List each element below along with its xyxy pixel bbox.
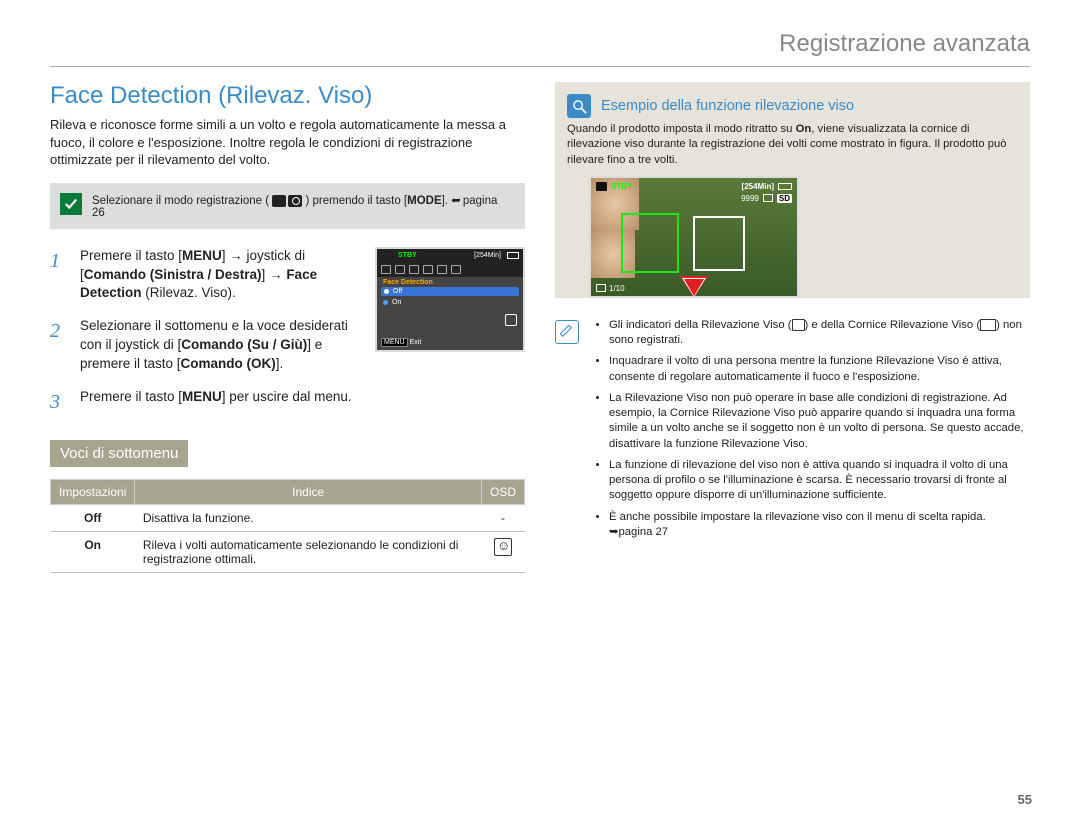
tip-item: Gli indicatori della Rilevazione Viso ()… xyxy=(609,318,1030,349)
index-text: Rileva i volti automaticamente seleziona… xyxy=(135,531,482,572)
menu-tab-icon xyxy=(409,265,419,274)
step-body: Premere il tasto [MENU] → joystick di [C… xyxy=(80,247,363,304)
step-body: Premere il tasto [MENU] per uscire dal m… xyxy=(80,388,525,416)
sd-label: SD xyxy=(777,194,792,203)
tip-item: La Rilevazione Viso non può operare in b… xyxy=(609,391,1030,452)
tip-item: È anche possibile impostare la rilevazio… xyxy=(609,510,1030,541)
index-text: Disattiva la funzione. xyxy=(135,504,482,531)
step-body: Selezionare il sottomenu e la voce desid… xyxy=(80,317,363,374)
step-number: 2 xyxy=(50,317,68,374)
face-frame-icon xyxy=(980,319,996,331)
section-heading: Face Detection (Rilevaz. Viso) xyxy=(50,82,525,110)
mode-callout: Selezionare il modo registrazione ( ) pr… xyxy=(50,183,525,229)
remaining-time: [254Min] xyxy=(742,182,774,191)
battery-icon xyxy=(778,183,792,190)
card-icon xyxy=(763,194,773,202)
magnify-icon xyxy=(567,94,591,118)
setting-off: Off xyxy=(84,511,101,525)
example-screenshot: STBY [254Min] 9999 SD 1/1 xyxy=(589,176,799,298)
osd-cell: - xyxy=(481,504,524,531)
example-text: Quando il prodotto imposta il modo ritra… xyxy=(567,122,1018,168)
submenu-heading: Voci di sottomenu xyxy=(50,440,188,467)
menu-tab-icon xyxy=(437,265,447,274)
tip-item: La funzione di rilevazione del viso non … xyxy=(609,458,1030,504)
osd-cell xyxy=(481,531,524,572)
table-header: Impostazioni xyxy=(51,479,135,504)
photo-icon xyxy=(288,195,302,207)
check-icon xyxy=(60,193,82,215)
page-number: 55 xyxy=(1018,792,1032,807)
callout-text-pre: Selezionare il modo registrazione ( xyxy=(92,195,269,207)
shot-count: 9999 xyxy=(741,194,759,203)
intro-paragraph: Rileva e riconosce forme simili a un vol… xyxy=(50,116,525,169)
table-header: Indice xyxy=(135,479,482,504)
indicator-icon xyxy=(596,284,606,292)
video-icon xyxy=(272,195,286,207)
callout-text-suf: ) premendo il tasto xyxy=(305,195,403,207)
tips-list: Gli indicatori della Rilevazione Viso ()… xyxy=(591,318,1030,546)
stby-indicator: STBY xyxy=(398,252,417,259)
table-row: On Rileva i volti automaticamente selezi… xyxy=(51,531,525,572)
submenu-table: Impostazioni Indice OSD Off Disattiva la… xyxy=(50,479,525,573)
mode-button-label: MODE xyxy=(407,195,442,207)
remaining-time: [254Min] xyxy=(474,252,501,259)
bottom-ratio: 1/10 xyxy=(609,284,625,293)
menu-tab-icon xyxy=(395,265,405,274)
face-detection-icon xyxy=(494,538,512,556)
menu-item-off: Off xyxy=(381,287,519,296)
note-icon xyxy=(555,320,579,344)
example-panel: Esempio della funzione rilevazione viso … xyxy=(555,82,1030,298)
camera-menu-screenshot: STBY [254Min] Face Detection Off O xyxy=(375,247,525,352)
link-arrow-icon: ➥ xyxy=(451,193,461,207)
battery-icon xyxy=(507,252,519,259)
step-number: 1 xyxy=(50,247,68,304)
step-number: 3 xyxy=(50,388,68,416)
video-icon xyxy=(596,182,607,191)
chapter-title: Registrazione avanzata xyxy=(50,30,1030,67)
menu-exit: MENUExit xyxy=(381,339,421,346)
face-detection-icon xyxy=(792,319,805,331)
face-frame-primary xyxy=(621,213,679,273)
red-pointer-arrow xyxy=(680,276,708,298)
example-title: Esempio della funzione rilevazione viso xyxy=(601,98,854,114)
menu-tab-icon xyxy=(451,265,461,274)
tip-item: Inquadrare il volto di una persona mentr… xyxy=(609,354,1030,385)
table-header: OSD xyxy=(481,479,524,504)
stby-indicator: STBY xyxy=(611,182,632,191)
menu-tab-icon xyxy=(381,265,391,274)
tip-panel: Gli indicatori della Rilevazione Viso ()… xyxy=(555,318,1030,546)
face-detection-icon xyxy=(505,314,517,326)
table-row: Off Disattiva la funzione. - xyxy=(51,504,525,531)
menu-tab-icon xyxy=(423,265,433,274)
face-frame-secondary xyxy=(693,216,745,271)
menu-title: Face Detection xyxy=(377,277,523,286)
menu-item-on: On xyxy=(377,297,523,308)
setting-on: On xyxy=(84,538,101,552)
video-icon xyxy=(381,250,395,262)
